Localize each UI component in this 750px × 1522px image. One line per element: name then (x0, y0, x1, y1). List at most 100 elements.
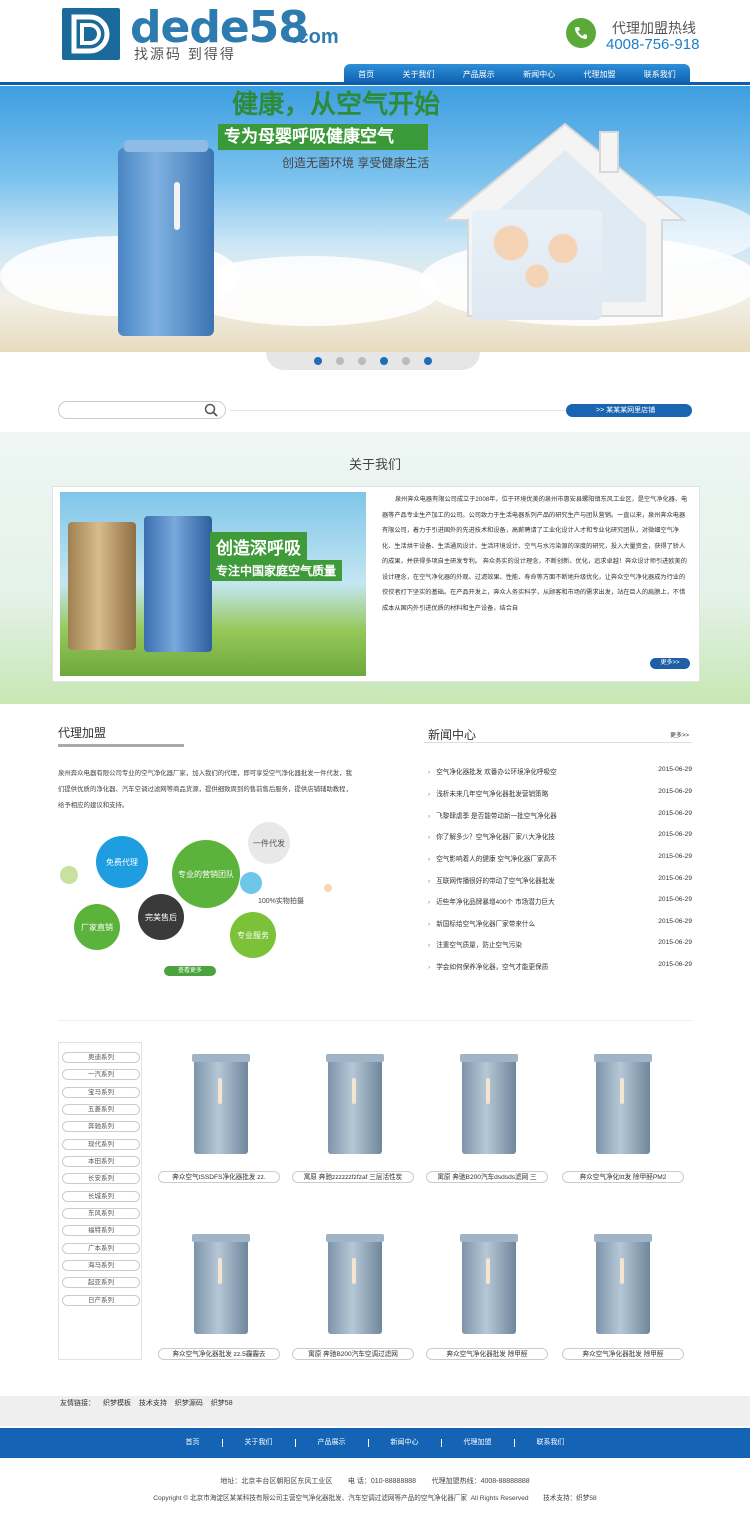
product-caption[interactable]: 奔众空气净化器批发 除甲醛 (426, 1348, 548, 1360)
slide-dot[interactable] (358, 357, 366, 365)
category-item[interactable]: 长安系列 (62, 1173, 140, 1184)
footer-nav-home[interactable]: 首页 (164, 1439, 223, 1447)
news-item[interactable]: 空气净化器批发 欢番办公环境净化呼吸空2015-06-29 (428, 766, 692, 776)
product-caption[interactable]: 寓原 奔驰B200汽车dsdsds滤网 三 (426, 1171, 548, 1183)
product-image[interactable] (594, 1234, 652, 1334)
footer-nav-contact[interactable]: 联系我们 (515, 1439, 587, 1447)
news-item[interactable]: 学会如何保养净化器，空气才能更保质2015-06-29 (428, 961, 692, 971)
category-item[interactable]: 起亚系列 (62, 1277, 140, 1288)
about-image-text1: 创造深呼吸 (210, 532, 307, 561)
nav-about[interactable]: 关于我们 (402, 69, 434, 80)
about-image[interactable]: 创造深呼吸 专注中国家庭空气质量 (60, 492, 366, 676)
search-icon[interactable] (204, 403, 218, 417)
family-photo (472, 210, 602, 320)
about-image-text2: 专注中国家庭空气质量 (210, 560, 343, 581)
logo-suffix: .com (292, 26, 339, 48)
friend-link[interactable]: 织梦源码 (175, 1400, 203, 1407)
bubble-real-photo: 100%实物拍摄 (258, 898, 304, 905)
product-caption[interactable]: 奔众空气tSSDFS净化器批发 zz. (158, 1171, 280, 1183)
category-item[interactable]: 海马系列 (62, 1260, 140, 1271)
slide-dot[interactable] (314, 357, 322, 365)
news-item[interactable]: 互联网传播很好的带动了空气净化器批发2015-06-29 (428, 875, 692, 885)
product-caption[interactable]: 奔众空气净化器批发 除甲醛 (562, 1348, 684, 1360)
footer-nav-join[interactable]: 代理加盟 (442, 1439, 515, 1447)
category-item[interactable]: 宝马系列 (62, 1087, 140, 1098)
divider (230, 410, 568, 411)
search-input[interactable] (58, 401, 226, 419)
bubble-marketing-team: 专业的营销团队 (172, 840, 240, 908)
product-image[interactable] (460, 1054, 518, 1154)
bubble-factory-direct: 厂家直销 (74, 904, 120, 950)
news-title: 新闻中心 (428, 728, 477, 742)
bubble-pro-service: 专业服务 (230, 912, 276, 958)
bubble-dropship: 一件代发 (248, 822, 290, 864)
product-caption[interactable]: 寓原 奔驰zzzzzzfzfzaf 三层活性炭 (292, 1171, 414, 1183)
news-item[interactable]: 你了解多少？空气净化器厂家八大净化技2015-06-29 (428, 831, 692, 841)
news-item[interactable]: 近些年净化品牌暴增400个 市场潜力巨大2015-06-29 (428, 896, 692, 906)
slide-dot[interactable] (424, 357, 432, 365)
category-item[interactable]: 一汽系列 (62, 1069, 140, 1080)
category-item[interactable]: 日产系列 (62, 1295, 140, 1306)
news-item[interactable]: 新国标给空气净化器厂家带来什么2015-06-29 (428, 918, 692, 928)
section-divider (58, 1020, 692, 1021)
friend-links-label: 友情链接： (60, 1400, 95, 1407)
footer-address: 地址：北京丰台区朝阳区东风工业区 电 话：010-88888888 代理加盟热线… (220, 1478, 530, 1485)
join-underline (58, 744, 184, 747)
join-title: 代理加盟 (58, 726, 107, 740)
about-body: 泉州奔众电器有限公司成立于2008年，位于环境优美的泉州市惠安县螺阳镇东风工业区… (382, 496, 688, 612)
category-item[interactable]: 奥迪系列 (62, 1052, 140, 1063)
bubble-after-sales: 完美售后 (138, 894, 184, 940)
footer-copyright: Copyright © 北京市海淀区某某科技有限公司主营空气净化器批发、汽车空调… (153, 1495, 597, 1502)
phone-icon (566, 18, 596, 48)
category-item[interactable]: 奔驰系列 (62, 1121, 140, 1132)
product-image[interactable] (326, 1234, 384, 1334)
news-more-link[interactable]: 更多>> (670, 730, 689, 739)
join-view-more-button[interactable]: 查看更多 (164, 966, 216, 976)
banner-subline: 创造无菌环境 享受健康生活 (282, 156, 430, 170)
category-item[interactable]: 现代系列 (62, 1139, 140, 1150)
category-item[interactable]: 长城系列 (62, 1191, 140, 1202)
category-item[interactable]: 东风系列 (62, 1208, 140, 1219)
product-image[interactable] (326, 1054, 384, 1154)
news-item[interactable]: 注重空气质量，防止空气污染2015-06-29 (428, 939, 692, 949)
friend-link[interactable]: 织梦58 (211, 1400, 233, 1407)
bubble-decor (324, 884, 332, 892)
hotline-number: 4008-756-918 (606, 36, 700, 53)
slide-dot[interactable] (380, 357, 388, 365)
category-item[interactable]: 广本系列 (62, 1243, 140, 1254)
footer-nav-products[interactable]: 产品展示 (296, 1439, 369, 1447)
news-item[interactable]: 浅析未来几年空气净化器批发营销策略2015-06-29 (428, 788, 692, 798)
slide-dot[interactable] (402, 357, 410, 365)
news-item[interactable]: 飞黎肆虐季 是否能带动新一批空气净化器2015-06-29 (428, 810, 692, 820)
news-item[interactable]: 空气影响着人的健康 空气净化器厂家高不2015-06-29 (428, 853, 692, 863)
category-item[interactable]: 五菱系列 (62, 1104, 140, 1115)
product-image[interactable] (192, 1054, 250, 1154)
friend-link[interactable]: 织梦模板 (103, 1400, 131, 1407)
product-image[interactable] (594, 1054, 652, 1154)
nav-join[interactable]: 代理加盟 (583, 69, 615, 80)
product-caption[interactable]: 奔众空气净化ttt发 除甲醛PM2 (562, 1171, 684, 1183)
nav-news[interactable]: 新闻中心 (523, 69, 555, 80)
join-body: 泉州奔众电器有限公司专业的空气净化器厂家，加入我们的代理，即可享受空气净化器批发… (58, 770, 352, 809)
store-link-button[interactable]: >> 某某某网里店铺 (566, 404, 692, 417)
product-image[interactable] (460, 1234, 518, 1334)
footer-nav-about[interactable]: 关于我们 (223, 1439, 296, 1447)
banner-headline: 健康，从空气开始 (232, 89, 441, 119)
product-caption[interactable]: 奔众空气净化器批发 zz.5霾霾去 (158, 1348, 280, 1360)
footer-nav: 首页 关于我们 产品展示 新闻中心 代理加盟 联系我们 (0, 1428, 750, 1458)
product-image[interactable] (192, 1234, 250, 1334)
about-title: 关于我们 (348, 457, 401, 472)
nav-contact[interactable]: 联系我们 (644, 69, 676, 80)
nav-home[interactable]: 首页 (358, 69, 374, 80)
slider-pagination (266, 352, 480, 370)
hotline-label: 代理加盟热线 (612, 20, 696, 36)
category-item[interactable]: 福特系列 (62, 1225, 140, 1236)
nav-products[interactable]: 产品展示 (463, 69, 495, 80)
product-caption[interactable]: 寓原 奔驰B200汽车空调过滤网 (292, 1348, 414, 1360)
logo-mark[interactable] (62, 8, 120, 60)
category-item[interactable]: 本田系列 (62, 1156, 140, 1167)
about-more-button[interactable]: 更多>> (650, 658, 690, 669)
friend-link[interactable]: 技术支持 (139, 1400, 167, 1407)
footer-nav-news[interactable]: 新闻中心 (369, 1439, 442, 1447)
slide-dot[interactable] (336, 357, 344, 365)
